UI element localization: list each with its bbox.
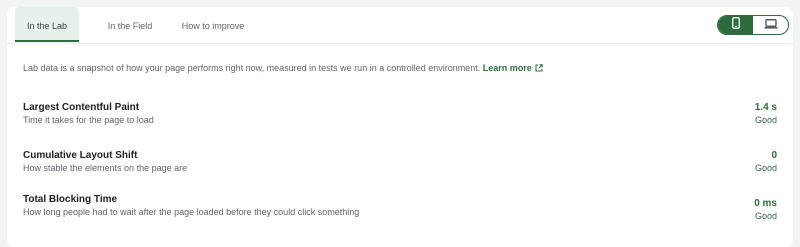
desktop-toggle-button[interactable] bbox=[753, 16, 788, 34]
metric-rating: Good bbox=[754, 163, 777, 173]
metric-rating: Good bbox=[754, 211, 777, 221]
metric-largest-contentful-paint: Largest Contentful Paint Time it takes f… bbox=[23, 102, 777, 128]
metric-title: Largest Contentful Paint bbox=[23, 102, 140, 113]
intro-description: Lab data is a snapshot of how your page … bbox=[23, 63, 481, 73]
tab-bar: In the Lab In the Field How to improve bbox=[7, 7, 793, 44]
intro-text: Lab data is a snapshot of how your page … bbox=[23, 63, 543, 74]
mobile-icon bbox=[731, 16, 740, 34]
desktop-icon bbox=[764, 16, 778, 34]
device-toggle bbox=[717, 15, 789, 35]
metric-cumulative-layout-shift: Cumulative Layout Shift How stable the e… bbox=[23, 150, 777, 176]
learn-more-label: Learn more bbox=[482, 63, 532, 73]
mobile-toggle-button[interactable] bbox=[718, 16, 753, 34]
metric-title: Total Blocking Time bbox=[23, 194, 118, 205]
metric-total-blocking-time: Total Blocking Time How long people had … bbox=[23, 194, 777, 221]
metric-title: Cumulative Layout Shift bbox=[23, 150, 138, 161]
metric-description: Time it takes for the page to load bbox=[23, 115, 154, 125]
tab-in-the-lab[interactable]: In the Lab bbox=[15, 7, 79, 42]
metric-description: How long people had to wait after the pa… bbox=[23, 207, 360, 217]
tab-how-to-improve[interactable]: How to improve bbox=[177, 7, 249, 40]
lab-data-card: In the Lab In the Field How to improve L… bbox=[7, 7, 793, 247]
external-link-icon bbox=[535, 64, 543, 74]
metric-description: How stable the elements on the page are bbox=[23, 163, 188, 173]
learn-more-link[interactable]: Learn more bbox=[483, 63, 543, 73]
metric-rating: Good bbox=[754, 115, 777, 125]
metric-value: 1.4 s bbox=[754, 102, 777, 113]
metric-value: 0 ms bbox=[754, 198, 777, 209]
metric-value: 0 bbox=[771, 150, 777, 161]
tab-in-the-field[interactable]: In the Field bbox=[91, 7, 169, 40]
